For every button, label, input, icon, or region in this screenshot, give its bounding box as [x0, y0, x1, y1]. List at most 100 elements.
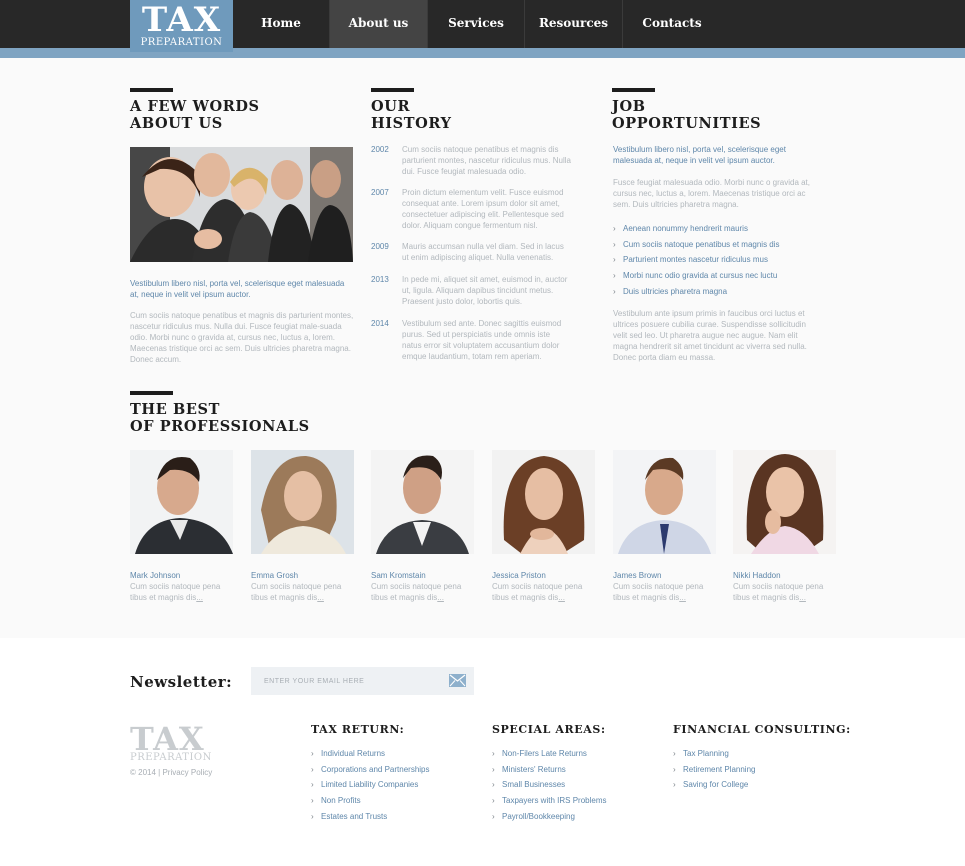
footer-logo-subtitle: PREPARATION [130, 752, 212, 763]
section-divider [130, 88, 173, 92]
newsletter-email-input[interactable] [251, 667, 436, 695]
section-divider [612, 88, 655, 92]
footer-logo-title: TAX [130, 720, 205, 758]
nav-resources[interactable]: Resources [525, 0, 623, 48]
team-member-name: James Brown [613, 571, 662, 580]
footer-column-list: › Individual Returns › Corporations and Pa… [311, 746, 430, 825]
about-team-photo [130, 147, 353, 262]
history-entry: 2007 Proin dictum elementum velit. Fusce… [371, 187, 571, 231]
nav-services[interactable]: Services [428, 0, 525, 48]
read-more-link[interactable]: ... [679, 593, 686, 602]
chevron-right-icon: › [311, 764, 314, 774]
footer-link[interactable]: › Estates and Trusts [311, 809, 430, 825]
jobs-footer-text: Vestibulum ante ipsum primis in faucibus… [613, 309, 807, 362]
footer-link[interactable]: › Corporations and Partnerships [311, 762, 430, 778]
history-year: 2002 [371, 145, 389, 154]
team-title: THE BEST OF PROFESSIONALS [130, 401, 310, 435]
team-member-card[interactable]: Mark Johnson Cum sociis natoque pena tib… [130, 450, 233, 603]
footer-link[interactable]: › Taxpayers with IRS Problems [492, 793, 606, 809]
chevron-right-icon: › [492, 796, 495, 806]
chevron-right-icon: › [673, 749, 676, 758]
read-more-link[interactable]: ... [437, 593, 444, 602]
footer-link[interactable]: › Non Profits [311, 793, 430, 809]
job-list-item[interactable]: › Morbi nunc odio gravida at cursus nec l… [613, 268, 823, 284]
footer-column-title: SPECIAL AREAS: [492, 723, 606, 736]
job-list-item[interactable]: › Cum sociis natoque penatibus et magnis … [613, 237, 823, 253]
job-list-item[interactable]: › Duis ultricies pharetra magna [613, 284, 823, 300]
jobs-list: › Aenean nonummy hendrerit mauris › Cum so… [613, 221, 823, 300]
history-text: In pede mi, aliquet sit amet, euismod in… [402, 275, 568, 306]
about-lead-text: Vestibulum libero nisl, porta vel, scele… [130, 279, 345, 299]
site-logo[interactable]: TAX PREPARATION [130, 0, 233, 52]
jobs-body-text: Fusce feugiat malesuada odio. Morbi nunc… [613, 178, 811, 209]
job-list-item[interactable]: › Aenean nonummy hendrerit mauris [613, 221, 823, 237]
history-year: 2007 [371, 188, 389, 197]
footer-link[interactable]: › Payroll/Bookkeeping [492, 809, 606, 825]
chevron-right-icon: › [492, 749, 495, 758]
nav-home[interactable]: Home [233, 0, 330, 48]
footer-link[interactable]: › Retirement Planning [673, 762, 755, 778]
jobs-lead-text: Vestibulum libero nisl, porta vel, scele… [613, 145, 786, 165]
team-member-card[interactable]: Nikki Haddon Cum sociis natoque pena tib… [733, 450, 836, 603]
chevron-right-icon: › [613, 271, 616, 281]
read-more-link[interactable]: ... [558, 593, 565, 602]
jobs-title: JOB OPPORTUNITIES [612, 98, 762, 132]
team-member-desc: Cum sociis natoque pena tibus et magnis … [613, 582, 704, 602]
newsletter-form [251, 667, 474, 695]
team-member-card[interactable]: James Brown Cum sociis natoque pena tibu… [613, 450, 716, 603]
history-entry: 2002 Cum sociis natoque penatibus et mag… [371, 144, 571, 177]
team-member-photo [613, 450, 716, 554]
read-more-link[interactable]: ... [196, 593, 203, 602]
read-more-link[interactable]: ... [799, 593, 806, 602]
chevron-right-icon: › [673, 764, 676, 774]
team-member-name: Emma Grosh [251, 571, 299, 580]
team-member-photo [371, 450, 474, 554]
envelope-icon[interactable] [449, 674, 466, 687]
footer-link[interactable]: › Limited Liability Companies [311, 777, 430, 793]
team-member-desc: Cum sociis natoque pena tibus et magnis … [130, 582, 221, 602]
chevron-right-icon: › [613, 286, 616, 296]
nav-contacts[interactable]: Contacts [623, 0, 721, 48]
history-text: Vestibulum sed ante. Donec sagittis euis… [402, 319, 562, 361]
footer-link[interactable]: › Individual Returns [311, 746, 430, 762]
footer-link[interactable]: › Saving for College [673, 777, 755, 793]
chevron-right-icon: › [311, 749, 314, 758]
section-divider [130, 391, 173, 395]
footer-column-list: › Tax Planning › Retirement Planning › Savi… [673, 746, 755, 793]
job-list-item[interactable]: › Parturient montes nascetur ridiculus mu… [613, 252, 823, 268]
chevron-right-icon: › [492, 780, 495, 790]
chevron-right-icon: › [613, 255, 616, 265]
team-member-photo [130, 450, 233, 554]
history-text: Proin dictum elementum velit. Fusce euis… [402, 188, 564, 230]
main-nav: Home About us Services Resources Contact… [233, 0, 721, 48]
newsletter-label: Newsletter: [130, 673, 233, 691]
chevron-right-icon: › [613, 239, 616, 249]
team-member-card[interactable]: Jessica Priston Cum sociis natoque pena … [492, 450, 595, 603]
team-member-photo [251, 450, 354, 554]
history-entry: 2014 Vestibulum sed ante. Donec sagittis… [371, 318, 571, 362]
footer-column-title: TAX RETURN: [311, 723, 405, 736]
footer-logo[interactable]: TAX PREPARATION [130, 722, 212, 763]
team-member-card[interactable]: Sam Kromstain Cum sociis natoque pena ti… [371, 450, 474, 603]
team-member-card[interactable]: Emma Grosh Cum sociis natoque pena tibus… [251, 450, 354, 603]
read-more-link[interactable]: ... [317, 593, 324, 602]
logo-title: TAX [141, 0, 222, 40]
team-member-desc: Cum sociis natoque pena tibus et magnis … [251, 582, 342, 602]
chevron-right-icon: › [492, 764, 495, 774]
copyright-text[interactable]: © 2014 | Privacy Policy [130, 768, 212, 777]
chevron-right-icon: › [673, 780, 676, 790]
team-member-photo [733, 450, 836, 554]
footer-link[interactable]: › Small Businesses [492, 777, 606, 793]
history-title: OUR HISTORY [371, 98, 452, 132]
team-member-name: Nikki Haddon [733, 571, 781, 580]
team-member-name: Sam Kromstain [371, 571, 426, 580]
history-year: 2009 [371, 242, 389, 251]
chevron-right-icon: › [613, 224, 616, 233]
nav-about-us[interactable]: About us [330, 0, 428, 48]
footer-link[interactable]: › Tax Planning [673, 746, 755, 762]
footer-link[interactable]: › Ministers' Returns [492, 762, 606, 778]
chevron-right-icon: › [311, 796, 314, 806]
footer-link[interactable]: › Non-Filers Late Returns [492, 746, 606, 762]
history-text: Cum sociis natoque penatibus et magnis d… [402, 145, 571, 176]
team-member-desc: Cum sociis natoque pena tibus et magnis … [371, 582, 462, 602]
